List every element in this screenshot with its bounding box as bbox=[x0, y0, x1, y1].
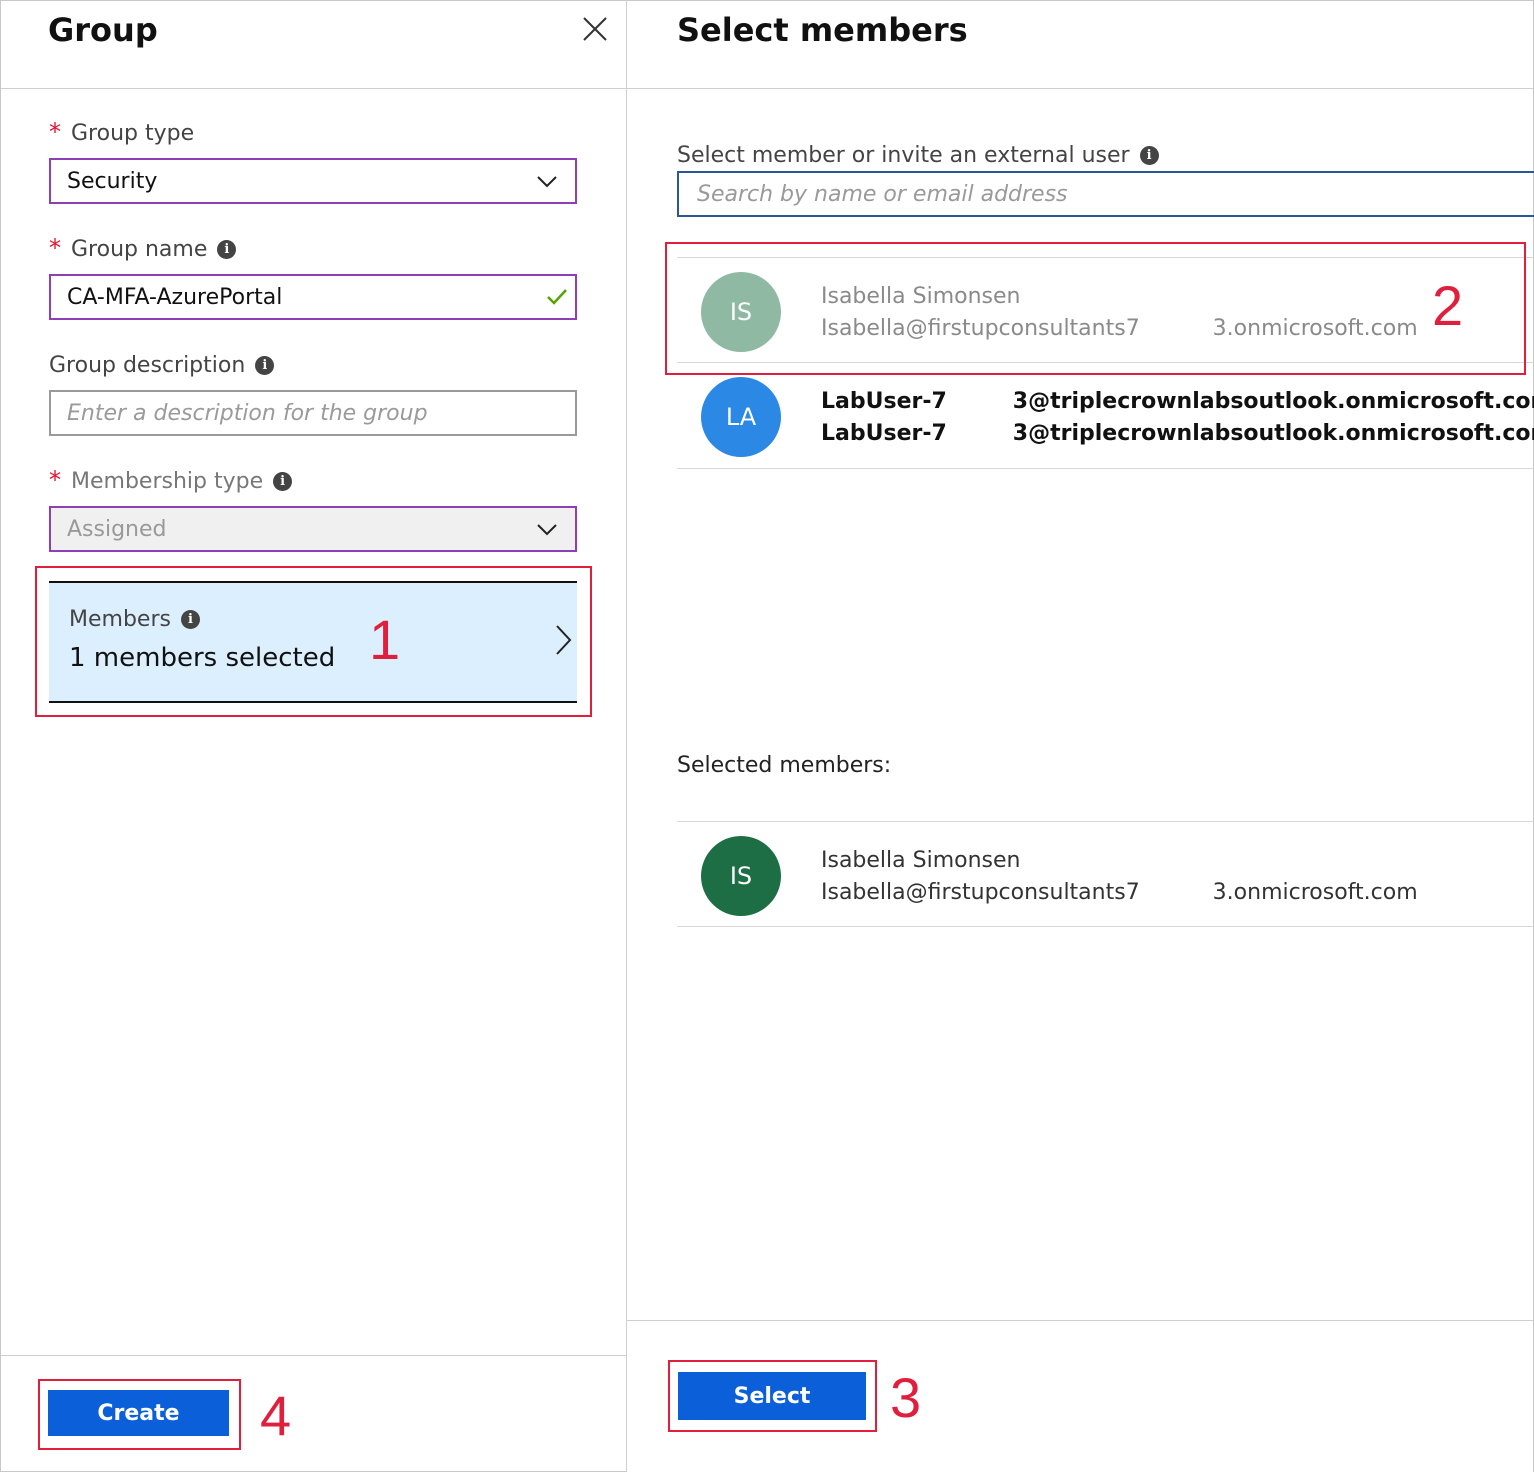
required-asterisk: * bbox=[49, 465, 61, 494]
group-type-dropdown[interactable]: Security bbox=[49, 158, 577, 204]
group-panel-title: Group bbox=[48, 11, 158, 49]
member-name: Isabella Simonsen bbox=[821, 848, 1021, 873]
membership-type-dropdown[interactable]: Assigned bbox=[49, 506, 577, 552]
select-members-title: Select members bbox=[677, 11, 968, 49]
group-type-value: Security bbox=[67, 168, 158, 194]
group-name-label-text: Group name bbox=[71, 237, 208, 262]
group-description-input[interactable]: Enter a description for the group bbox=[49, 390, 577, 436]
group-type-label: * Group type bbox=[49, 117, 195, 147]
group-name-value: CA-MFA-AzurePortal bbox=[67, 284, 283, 310]
chevron-down-icon bbox=[537, 176, 557, 188]
selected-members-label: Selected members: bbox=[677, 753, 892, 778]
search-label-text: Select member or invite an external user bbox=[677, 143, 1130, 168]
callout-box-3 bbox=[668, 1360, 877, 1432]
callout-number-3: 3 bbox=[890, 1366, 922, 1429]
callout-number-1: 1 bbox=[369, 608, 401, 671]
group-description-label: Group description i bbox=[49, 353, 275, 378]
search-placeholder: Search by name or email address bbox=[697, 181, 1068, 207]
selected-item-isabella[interactable]: IS Isabella Simonsen Isabella@firstupcon… bbox=[677, 821, 1534, 927]
group-description-placeholder: Enter a description for the group bbox=[67, 400, 428, 426]
member-name: LabUser-7 3@triplecrownlabsoutlook.onmic… bbox=[821, 389, 1534, 414]
checkmark-icon bbox=[547, 289, 567, 305]
group-name-label: * Group name i bbox=[49, 233, 237, 262]
search-input[interactable]: Search by name or email address bbox=[677, 171, 1534, 217]
select-members-panel: Select members Select member or invite a… bbox=[627, 0, 1534, 1472]
chevron-down-icon bbox=[537, 524, 557, 536]
callout-number-2: 2 bbox=[1432, 274, 1464, 337]
avatar: LA bbox=[701, 377, 781, 457]
info-icon[interactable]: i bbox=[217, 240, 237, 259]
member-email: LabUser-7 3@triplecrownlabsoutlook.onmic… bbox=[821, 421, 1534, 446]
callout-box-1 bbox=[35, 566, 592, 717]
info-icon[interactable]: i bbox=[255, 356, 275, 375]
callout-box-4 bbox=[38, 1379, 241, 1450]
select-members-header: Select members bbox=[627, 1, 1533, 89]
group-type-label-text: Group type bbox=[71, 121, 195, 146]
callout-box-2 bbox=[665, 242, 1526, 375]
member-email: Isabella@firstupconsultants7 3.onmicroso… bbox=[821, 880, 1418, 905]
info-icon[interactable]: i bbox=[273, 472, 293, 491]
required-asterisk: * bbox=[49, 117, 61, 146]
close-icon[interactable] bbox=[580, 14, 610, 44]
membership-type-value: Assigned bbox=[67, 516, 167, 542]
group-name-input[interactable]: CA-MFA-AzurePortal bbox=[49, 274, 577, 320]
callout-number-4: 4 bbox=[260, 1384, 292, 1447]
membership-type-label: * Membership type i bbox=[49, 465, 293, 494]
info-icon[interactable]: i bbox=[1139, 146, 1159, 165]
group-description-label-text: Group description bbox=[49, 353, 246, 378]
group-panel: Group * Group type Security * Group name… bbox=[0, 0, 627, 1472]
group-panel-header: Group bbox=[1, 1, 626, 89]
avatar: IS bbox=[701, 836, 781, 916]
required-asterisk: * bbox=[49, 233, 61, 262]
search-label: Select member or invite an external user… bbox=[677, 143, 1159, 168]
result-item-labuser[interactable]: LA LabUser-7 3@triplecrownlabsoutlook.on… bbox=[677, 363, 1534, 469]
membership-type-label-text: Membership type bbox=[71, 469, 264, 494]
